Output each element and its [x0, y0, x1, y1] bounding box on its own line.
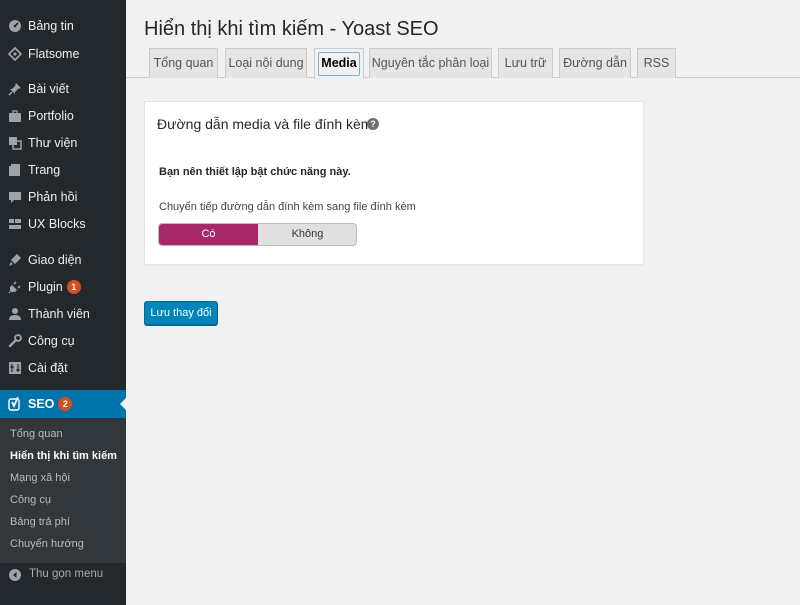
submenu-item-general[interactable]: Tổng quan: [10, 428, 63, 440]
tab-taxonomies[interactable]: Nguyên tắc phân loại: [369, 48, 492, 78]
collapse-arrow-icon: [9, 569, 21, 581]
sidebar-item-ux-blocks[interactable]: UX Blocks: [0, 211, 126, 237]
settings-icon: [9, 362, 21, 374]
users-icon: [9, 308, 21, 320]
sidebar-item-dashboard[interactable]: Bảng tin: [0, 13, 126, 39]
pin-icon: [8, 83, 21, 96]
sidebar-item-settings[interactable]: Cài đặt: [0, 355, 126, 381]
sidebar-item-pages[interactable]: Trang: [0, 157, 126, 183]
page-title: Hiển thị khi tìm kiếm - Yoast SEO: [144, 18, 439, 40]
submenu-item-tools[interactable]: Công cụ: [10, 494, 51, 506]
sidebar-item-portfolio[interactable]: Portfolio: [0, 103, 126, 129]
tab-bar: Tổng quan Loại nội dung Media Nguyên tắc…: [126, 46, 800, 79]
tab-content-types[interactable]: Loại nội dung: [225, 48, 307, 78]
sidebar-item-label: Portfolio: [28, 109, 74, 123]
blocks-icon: [9, 219, 21, 229]
sidebar-item-label: Phản hồi: [28, 190, 78, 204]
sidebar-item-label: Bảng tin: [28, 19, 74, 33]
sidebar-item-label: Bài viết: [28, 82, 69, 96]
plugin-update-badge: 1: [66, 280, 81, 294]
tab-general[interactable]: Tổng quan: [149, 48, 218, 78]
sidebar-item-label: Flatsome: [28, 47, 80, 61]
tools-icon: [8, 334, 22, 348]
collapse-menu-button[interactable]: Thu gọn menu: [0, 563, 126, 587]
sidebar-item-plugins[interactable]: Plugin 1: [0, 274, 126, 300]
submenu-item-social[interactable]: Mạng xã hội: [10, 472, 70, 484]
sidebar-item-comments[interactable]: Phản hồi: [0, 184, 126, 210]
sidebar-item-label: UX Blocks: [28, 217, 86, 231]
tab-breadcrumbs[interactable]: Đường dẫn: [559, 48, 631, 78]
attachment-redirect-toggle[interactable]: Có Không: [158, 223, 357, 246]
sidebar-item-label: SEO: [28, 397, 55, 411]
sidebar-item-label: Công cụ: [28, 334, 75, 348]
submenu-item-premium[interactable]: Bảng trả phí: [10, 516, 70, 528]
collapse-menu-label: Thu gọn menu: [29, 568, 104, 580]
seo-notification-badge: 2: [58, 397, 73, 411]
sidebar-item-label: Thư viện: [28, 136, 78, 150]
recommendation-text: Bạn nên thiết lập bật chức năng này.: [159, 166, 351, 178]
flatsome-icon: [8, 47, 22, 61]
toggle-option-no[interactable]: Không: [258, 224, 356, 245]
sidebar-item-appearance[interactable]: Giao diện: [0, 247, 126, 273]
tab-rss[interactable]: RSS: [637, 48, 676, 78]
sidebar-item-tools[interactable]: Công cụ: [0, 328, 126, 354]
help-icon[interactable]: ?: [367, 118, 379, 130]
admin-sidebar: Bảng tin Flatsome Bài viết Portfolio Thư…: [0, 0, 126, 605]
tab-media[interactable]: Media: [314, 48, 364, 79]
portfolio-icon: [9, 110, 21, 122]
tab-archives[interactable]: Lưu trữ: [498, 48, 553, 78]
appearance-icon: [9, 254, 21, 266]
sidebar-item-posts[interactable]: Bài viết: [0, 76, 126, 102]
card-title: Đường dẫn media và file đính kèm: [157, 116, 373, 132]
sidebar-item-label: Giao diện: [28, 253, 82, 267]
active-menu-arrow: [120, 398, 126, 410]
toggle-option-yes[interactable]: Có: [159, 224, 258, 245]
seo-submenu: Tổng quan Hiển thị khi tìm kiếm Mạng xã …: [0, 418, 126, 563]
media-settings-card: Đường dẫn media và file đính kèm ? Bạn n…: [144, 101, 644, 265]
sidebar-item-users[interactable]: Thành viên: [0, 301, 126, 327]
media-icon: [9, 137, 22, 150]
sidebar-item-label: Plugin: [28, 280, 63, 294]
sidebar-item-label: Thành viên: [28, 307, 90, 321]
submenu-item-redirects[interactable]: Chuyển hướng: [10, 538, 84, 550]
sidebar-item-label: Cài đặt: [28, 361, 68, 375]
save-changes-button[interactable]: Lưu thay đổi: [144, 301, 218, 325]
sidebar-item-flatsome[interactable]: Flatsome: [0, 41, 126, 67]
plugin-icon: [8, 281, 21, 294]
toggle-label: Chuyển tiếp đường dẫn đính kèm sang file…: [159, 201, 416, 213]
page-icon: [9, 164, 20, 176]
yoast-icon: [8, 397, 20, 411]
dashboard-icon: [9, 20, 21, 32]
sidebar-item-media[interactable]: Thư viện: [0, 130, 126, 156]
sidebar-item-seo[interactable]: SEO 2: [0, 390, 126, 418]
sidebar-item-label: Trang: [28, 163, 61, 177]
submenu-item-search-appearance[interactable]: Hiển thị khi tìm kiếm: [10, 450, 117, 462]
comment-icon: [9, 192, 21, 203]
